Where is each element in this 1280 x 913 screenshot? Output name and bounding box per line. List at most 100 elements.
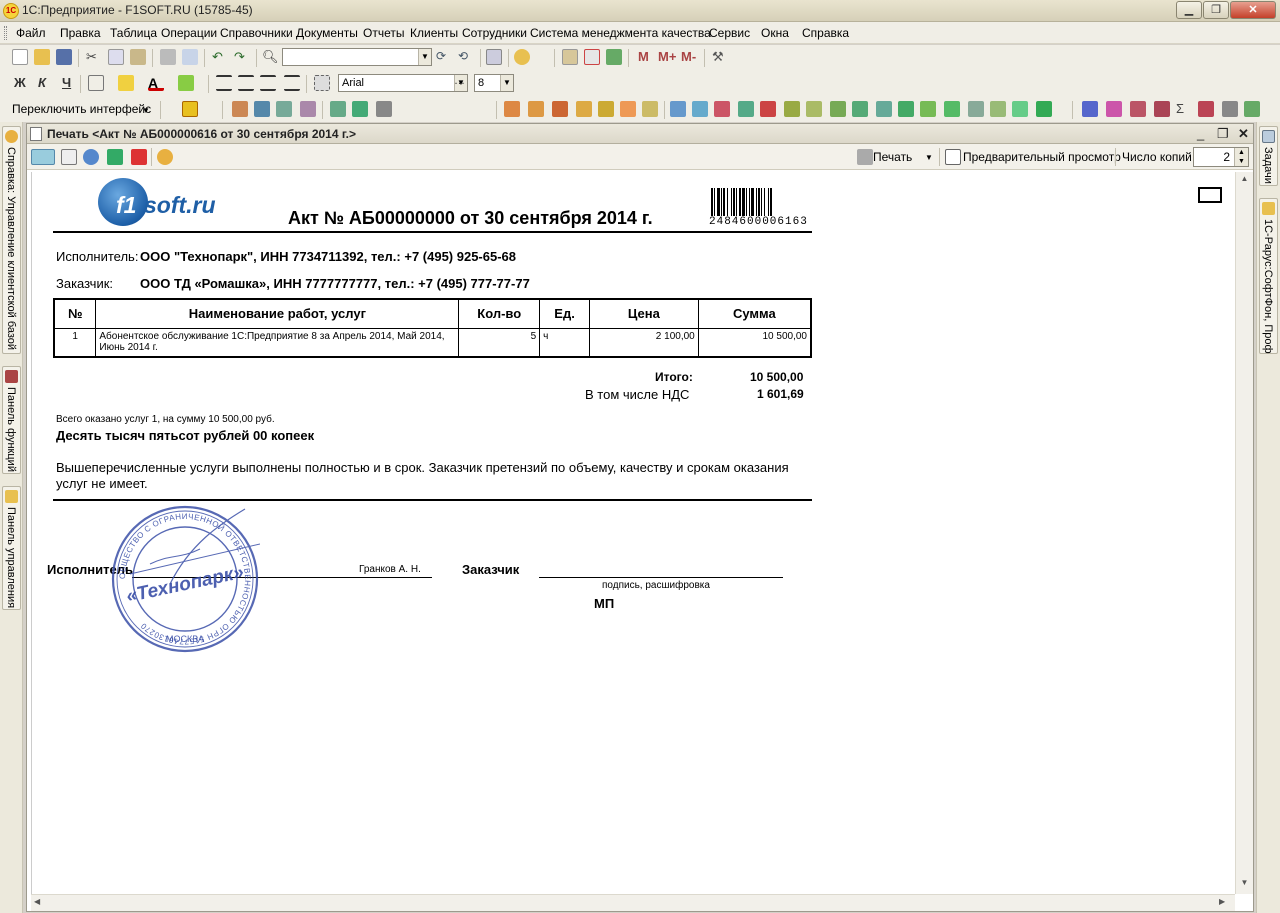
borders-icon[interactable] (88, 75, 104, 91)
align-right-icon[interactable] (260, 75, 276, 91)
font-name-combo[interactable]: Arial ▼ (338, 74, 468, 92)
fill-color-icon[interactable] (118, 75, 134, 91)
menu-qms[interactable]: Система менеджмента качества (530, 26, 711, 40)
functions-panel-tab[interactable]: Панель функций (2, 366, 21, 474)
sms-icon[interactable] (738, 101, 754, 117)
report-list-icon[interactable] (1222, 101, 1238, 117)
find-next-icon[interactable]: ⟳ (436, 49, 452, 65)
actions-menu-icon[interactable] (31, 149, 55, 165)
deal-icon[interactable] (620, 101, 636, 117)
export-icon[interactable] (990, 101, 1006, 117)
memory-plus-button[interactable]: M+ (658, 49, 676, 64)
stock-icon[interactable] (852, 101, 868, 117)
align-left-icon[interactable] (216, 75, 232, 91)
open-folder-icon[interactable] (34, 49, 50, 65)
approve-icon[interactable] (920, 101, 936, 117)
scroll-up-icon[interactable]: ▲ (1238, 174, 1251, 188)
copy-icon[interactable] (108, 49, 124, 65)
menu-reports[interactable]: Отчеты (363, 26, 404, 40)
cut-icon[interactable]: ✂ (86, 49, 102, 65)
font-size-combo[interactable]: 8 ▼ (474, 74, 514, 92)
import-icon[interactable] (1012, 101, 1028, 117)
excel-icon[interactable] (107, 149, 123, 165)
text-document-icon[interactable] (61, 149, 77, 165)
minimize-button[interactable]: ▁ (1176, 1, 1202, 19)
scroll-left-icon[interactable]: ◀ (34, 897, 40, 906)
hr-icon[interactable] (1198, 101, 1214, 117)
email-icon[interactable] (714, 101, 730, 117)
payment-icon[interactable] (598, 101, 614, 117)
info-icon[interactable] (514, 49, 530, 65)
event-icon[interactable] (552, 101, 568, 117)
redo-icon[interactable]: ↷ (234, 49, 250, 65)
italic-button[interactable]: К (38, 75, 46, 90)
tools-icon[interactable]: ⚒ (712, 49, 728, 65)
coins-icon[interactable] (784, 101, 800, 117)
filter-icon[interactable] (968, 101, 984, 117)
toolbar-grip[interactable] (4, 26, 7, 40)
price-icon[interactable] (806, 101, 822, 117)
merge-icon[interactable] (314, 75, 330, 91)
copies-input[interactable]: 2 ▲ ▼ (1193, 147, 1249, 167)
document-green-icon[interactable] (1036, 101, 1052, 117)
journal-icon[interactable] (254, 101, 270, 117)
align-justify-icon[interactable] (284, 75, 300, 91)
menu-documents[interactable]: Документы (296, 26, 358, 40)
order-icon[interactable] (876, 101, 892, 117)
menu-file[interactable]: Файл (16, 26, 46, 40)
menu-help[interactable]: Справка (802, 26, 849, 40)
table-icon[interactable] (606, 49, 622, 65)
menu-operations[interactable]: Операции (161, 26, 217, 40)
help-panel-tab[interactable]: Справка: Управление клиентской базой (2, 126, 21, 354)
staff-icon[interactable] (1130, 101, 1146, 117)
bold-button[interactable]: Ж (14, 75, 26, 90)
restore-doc-icon[interactable]: ❐ (1217, 126, 1229, 142)
menu-clients[interactable]: Клиенты (410, 26, 458, 40)
chevron-down-icon[interactable]: ▼ (925, 153, 933, 162)
catalog-icon[interactable] (232, 101, 248, 117)
register-icon[interactable] (300, 101, 316, 117)
search-combo[interactable]: ▼ (282, 48, 432, 66)
reports-icon[interactable] (182, 101, 198, 117)
add-icon[interactable] (898, 101, 914, 117)
list-icon[interactable] (276, 101, 292, 117)
contact-icon[interactable] (528, 101, 544, 117)
pdf-icon[interactable] (131, 149, 147, 165)
sum-icon[interactable]: Σ (1176, 101, 1192, 117)
menu-table[interactable]: Таблица (110, 26, 157, 40)
align-center-icon[interactable] (238, 75, 254, 91)
find-prev-icon[interactable]: ⟲ (458, 49, 474, 65)
switch-interface-button[interactable]: Переключить интерфейс (12, 102, 151, 116)
highlight-icon[interactable] (178, 75, 194, 91)
scroll-down-icon[interactable]: ▼ (1238, 878, 1251, 892)
menu-edit[interactable]: Правка (60, 26, 101, 40)
roles-icon[interactable] (1154, 101, 1170, 117)
preview-icon[interactable] (945, 149, 961, 165)
users-icon[interactable] (1082, 101, 1098, 117)
maximize-button[interactable]: ❐ (1203, 1, 1229, 19)
menu-catalogs[interactable]: Справочники (220, 26, 293, 40)
spreadsheet-document[interactable]: f1 soft.ru Акт № АБ00000000 от 30 сентяб… (31, 172, 1235, 894)
close-button[interactable]: ✕ (1230, 1, 1276, 19)
sort-icon[interactable] (376, 101, 392, 117)
memory-button[interactable]: M (638, 49, 649, 64)
menu-windows[interactable]: Окна (761, 26, 789, 40)
save-icon[interactable] (56, 49, 72, 65)
done-icon[interactable] (1244, 101, 1260, 117)
vertical-scrollbar[interactable]: ▲ ▼ (1235, 172, 1253, 894)
undo-icon[interactable]: ↶ (212, 49, 228, 65)
tasks-panel-tab[interactable]: Задачи (1259, 126, 1278, 186)
money-icon[interactable] (642, 101, 658, 117)
invoice-icon[interactable] (576, 101, 592, 117)
help-icon[interactable] (157, 149, 173, 165)
memory-minus-button[interactable]: M- (681, 49, 696, 64)
scroll-right-icon[interactable]: ▶ (1219, 897, 1225, 906)
chevron-down-icon[interactable]: ▼ (418, 49, 431, 65)
close-doc-icon[interactable]: ✕ (1238, 126, 1249, 142)
copies-spinner[interactable]: ▲ ▼ (1234, 148, 1248, 166)
calendar-icon[interactable] (584, 49, 600, 65)
task-icon[interactable] (670, 101, 686, 117)
print-preview-icon[interactable] (182, 49, 198, 65)
settings-grid-icon[interactable] (352, 101, 368, 117)
client-icon[interactable] (504, 101, 520, 117)
